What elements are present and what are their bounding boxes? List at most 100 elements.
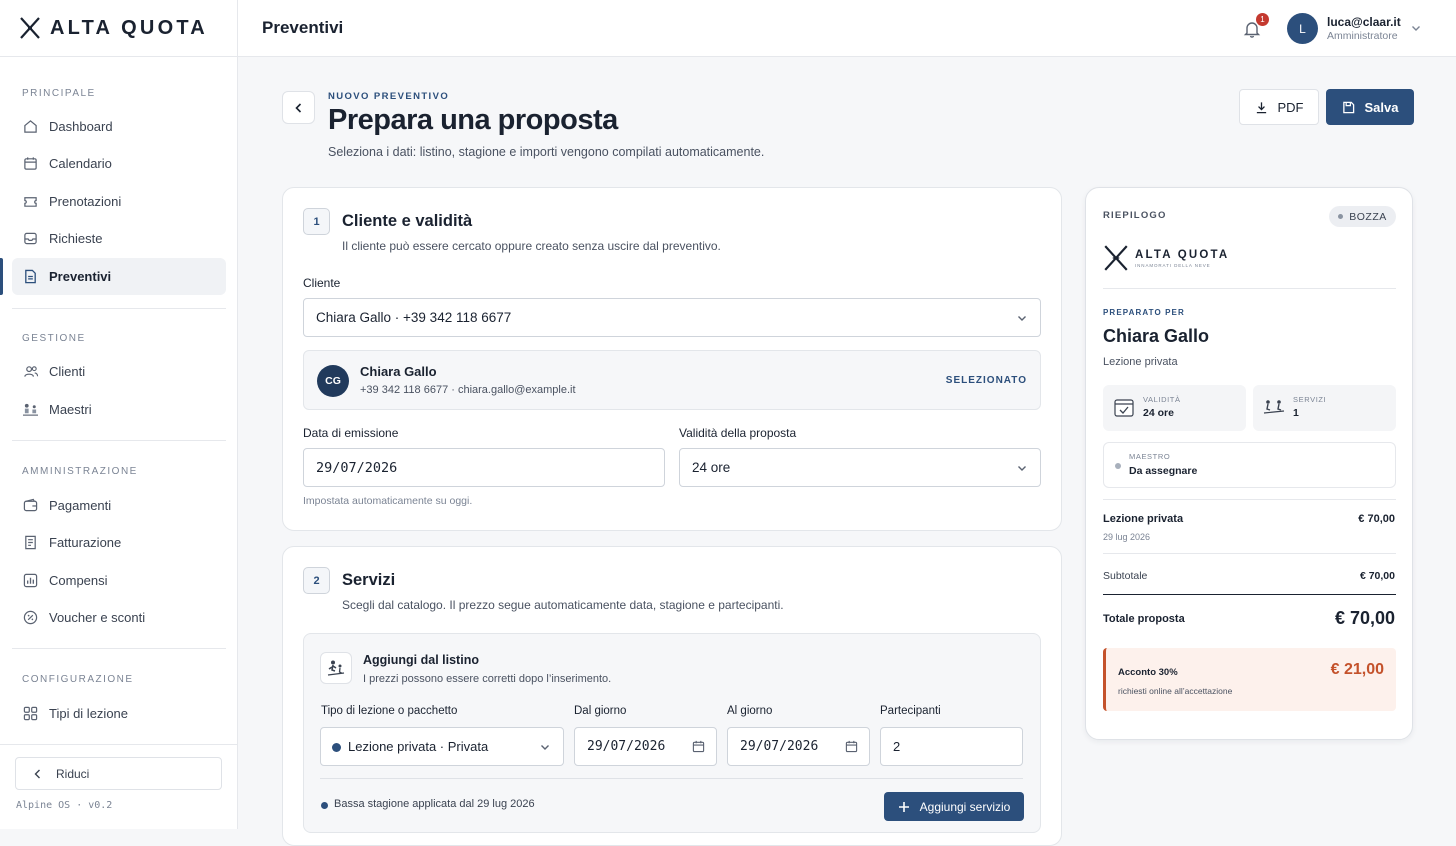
discount-icon [22, 609, 39, 626]
issue-date-input[interactable]: 29/07/2026 [303, 448, 665, 487]
sidebar-item-compensi[interactable]: Compensi [12, 562, 226, 599]
divider [1103, 594, 1396, 595]
download-icon [1256, 101, 1266, 113]
sidebar-item-fatturazione[interactable]: Fatturazione [12, 524, 226, 561]
brand-name: ALTA QUOTA [50, 16, 208, 39]
validity-tile-value: 24 ore [1143, 407, 1174, 419]
notification-badge: 1 [1256, 13, 1269, 26]
active-indicator [0, 258, 3, 295]
services-tile-label: SERVIZI [1293, 395, 1327, 404]
participants-input[interactable]: 2 [880, 727, 1023, 766]
wallet-icon [22, 497, 39, 514]
client-select-value: Chiara Gallo · +39 342 118 6677 [316, 310, 512, 325]
step-number: 1 [303, 208, 330, 235]
prepared-for-label: PREPARATO PER [1103, 308, 1185, 317]
sidebar-item-maestri[interactable]: Maestri [12, 391, 226, 428]
calendar-icon [22, 155, 39, 172]
sidebar-item-tipi-lezione[interactable]: Tipi di lezione [12, 695, 226, 732]
maestro-tile: MAESTRO Da assegnare [1103, 442, 1396, 488]
status-badge: BOZZA [1329, 206, 1396, 227]
selected-badge: SELEZIONATO [945, 375, 1027, 386]
sidebar-item-dashboard[interactable]: Dashboard [12, 108, 226, 145]
back-button[interactable] [282, 91, 315, 124]
subtotal-label: Subtotale [1103, 570, 1148, 582]
add-service-label: Aggiungi servizio [919, 799, 1011, 814]
client-select[interactable]: Chiara Gallo · +39 342 118 6677 [303, 298, 1041, 337]
deposit-box: Acconto 30% richiesti online all’accetta… [1103, 648, 1396, 711]
deposit-note: richiesti online all’accettazione [1118, 686, 1233, 696]
collapse-sidebar-button[interactable]: Riduci [15, 757, 222, 790]
line-item-name: Lezione privata [1103, 513, 1184, 525]
lesson-type-select[interactable]: Lezione privata · Privata [320, 727, 564, 766]
sidebar-item-label: Richieste [49, 231, 103, 246]
validity-select[interactable]: 24 ore [679, 448, 1041, 487]
client-contact: +39 342 118 6677 · chiara.gallo@example.… [360, 384, 576, 396]
pdf-button[interactable]: PDF [1239, 89, 1319, 125]
listino-description: I prezzi possono essere corretti dopo l’… [363, 673, 612, 685]
validity-tile: VALIDITÀ 24 ore [1103, 385, 1246, 431]
brand-logo[interactable]: ALTA QUOTA [0, 0, 237, 57]
user-email[interactable]: luca@claar.it [1327, 15, 1401, 29]
sidebar-item-label: Pagamenti [49, 498, 112, 513]
total-label: Totale proposta [1103, 613, 1185, 625]
from-date-input[interactable]: 29/07/2026 [574, 727, 717, 766]
divider [1103, 288, 1396, 289]
issue-date-hint: Impostata automaticamente su oggi. [303, 495, 473, 507]
sidebar: ALTA QUOTA PRINCIPALE Dashboard Calendar… [0, 0, 238, 829]
topbar: Preventivi 1 L luca@claar.it Amministrat… [238, 0, 1456, 57]
app-version: Alpine OS · v0.2 [16, 800, 113, 811]
crossed-skis-icon [1104, 245, 1128, 271]
grid-icon [22, 705, 39, 722]
sidebar-item-clienti[interactable]: Clienti [12, 353, 226, 390]
sidebar-item-prenotazioni[interactable]: Prenotazioni [12, 183, 226, 220]
sidebar-item-label: Compensi [49, 573, 108, 588]
sidebar-item-voucher[interactable]: Voucher e sconti [12, 599, 226, 636]
lesson-type-label: Tipo di lezione o pacchetto [321, 705, 458, 717]
calendar-icon[interactable] [692, 740, 705, 753]
client-name: Chiara Gallo [360, 364, 437, 379]
sidebar-item-calendario[interactable]: Calendario [12, 145, 226, 182]
avatar[interactable]: L [1287, 13, 1318, 44]
save-button[interactable]: Salva [1326, 89, 1414, 125]
to-date-input[interactable]: 29/07/2026 [727, 727, 870, 766]
lesson-type-value: Lezione privata · Privata [348, 739, 489, 754]
season-dot [321, 802, 328, 809]
document-icon [22, 268, 39, 285]
divider [12, 648, 226, 649]
summary-client-name: Chiara Gallo [1103, 326, 1210, 346]
plus-icon [898, 801, 909, 812]
selected-client-card[interactable]: CG Chiara Gallo +39 342 118 6677 · chiar… [303, 350, 1041, 410]
save-label: Salva [1364, 99, 1399, 115]
participants-label: Partecipanti [880, 705, 941, 717]
chevron-down-icon [541, 745, 549, 750]
deposit-label: Acconto 30% [1118, 667, 1178, 678]
add-service-button[interactable]: Aggiungi servizio [884, 792, 1024, 821]
line-item-price: € 70,00 [1358, 513, 1395, 525]
total-value: € 70,00 [1334, 608, 1395, 628]
section-description: Scegli dal catalogo. Il prezzo segue aut… [342, 598, 784, 612]
validity-label: Validità della proposta [679, 426, 797, 440]
calendar-icon[interactable] [845, 740, 858, 753]
sidebar-item-pagamenti[interactable]: Pagamenti [12, 487, 226, 524]
user-role: Amministratore [1327, 30, 1398, 42]
line-item-date: 29 lug 2026 [1103, 532, 1151, 542]
chevron-down-icon[interactable] [1410, 22, 1422, 34]
client-avatar: CG [317, 365, 349, 397]
sidebar-item-preventivi[interactable]: Preventivi [12, 258, 226, 295]
listino-title: Aggiungi dal listino [363, 653, 479, 667]
sidebar-item-label: Fatturazione [49, 535, 122, 550]
summary-panel: RIEPILOGO BOZZA ALTA QUOTA INNAMORATI DE… [1085, 187, 1413, 740]
section-gestione: GESTIONE [22, 333, 86, 344]
maestro-value: Da assegnare [1129, 465, 1198, 477]
page-heading: Prepara una proposta [328, 104, 618, 136]
sidebar-item-label: Calendario [49, 156, 112, 171]
collapse-label: Riduci [56, 766, 90, 781]
divider [1103, 499, 1396, 500]
section-description: Il cliente può essere cercato oppure cre… [342, 239, 721, 253]
chart-icon [22, 572, 39, 589]
divider [1103, 553, 1396, 554]
page-eyebrow: NUOVO PREVENTIVO [328, 91, 450, 102]
sidebar-item-richieste[interactable]: Richieste [12, 220, 226, 257]
status-dot [1338, 214, 1344, 219]
sidebar-item-label: Voucher e sconti [49, 610, 146, 625]
